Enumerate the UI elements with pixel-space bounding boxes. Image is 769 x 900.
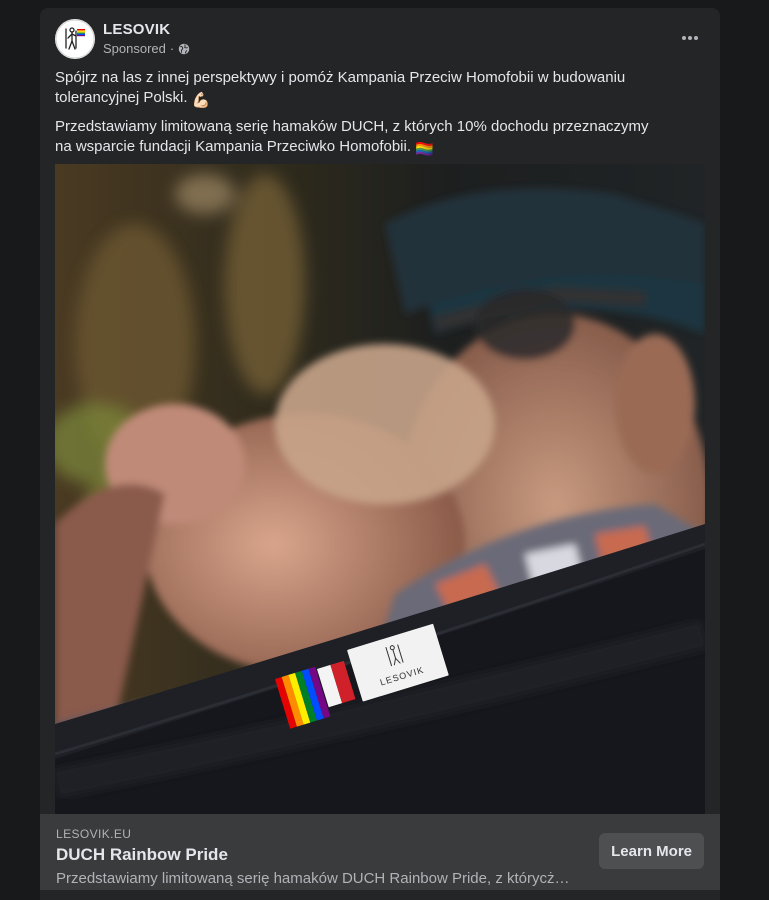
globe-icon (178, 43, 190, 54)
lesovik-logo-icon (55, 19, 95, 59)
link-title[interactable]: DUCH Rainbow Pride (56, 845, 228, 865)
hammock-photo: LESOVIK (55, 164, 705, 814)
post-image[interactable]: LESOVIK (55, 164, 705, 814)
post-meta: Sponsored · (103, 41, 190, 56)
ad-post-card: LESOVIK Sponsored · Spójrz na las z inne… (40, 8, 720, 900)
link-description: Przedstawiamy limitowaną serię hamaków D… (56, 870, 576, 887)
page-avatar[interactable] (55, 19, 95, 59)
post-caption: Spójrz na las z innej perspektywy i pomó… (55, 68, 665, 166)
sponsored-label[interactable]: Sponsored (103, 41, 166, 56)
more-options-button[interactable] (676, 24, 704, 52)
link-preview[interactable]: LESOVIK.EU DUCH Rainbow Pride Przedstawi… (40, 814, 720, 890)
caption-paragraph-2: Przedstawiamy limitowaną serię hamaków D… (55, 117, 665, 160)
more-options-icon (682, 36, 698, 40)
caption-text-2: Przedstawiamy limitowaną serię hamaków D… (55, 118, 649, 155)
link-domain: LESOVIK.EU (56, 827, 132, 841)
rainbow-flag-emoji: 🏳️‍🌈 (415, 141, 434, 158)
page-name[interactable]: LESOVIK (103, 21, 170, 38)
caption-paragraph-1: Spójrz na las z innej perspektywy i pomó… (55, 68, 665, 111)
caption-text-1: Spójrz na las z innej perspektywy i pomó… (55, 69, 626, 106)
post-header: LESOVIK Sponsored · (40, 8, 720, 68)
learn-more-button[interactable]: Learn More (599, 833, 704, 869)
meta-separator: · (169, 41, 175, 56)
flexed-biceps-emoji: 💪🏻 (191, 92, 211, 109)
